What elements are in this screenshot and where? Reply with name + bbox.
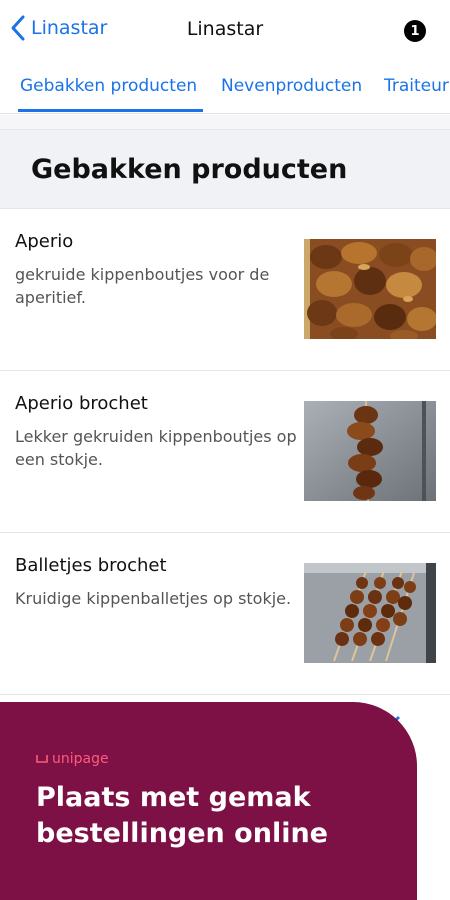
product-name: Aperio: [15, 231, 74, 252]
product-description: Lekker gekruiden kippenboutjes op een st…: [15, 427, 297, 469]
promo-banner[interactable]: unipage Plaats met gemak bestellingen on…: [0, 702, 417, 900]
product-item[interactable]: Balletjes brochet Kruidige kippenballetj…: [0, 533, 450, 695]
unipage-logo-icon: [36, 755, 48, 763]
promo-headline: Plaats met gemak bestellingen online: [36, 782, 328, 849]
product-image-chicken-skewer: [304, 401, 436, 501]
promo-brand: unipage: [52, 751, 109, 767]
cart-count-badge[interactable]: 1: [404, 20, 426, 42]
category-tabs: Gebakken producten Nevenproducten Traite…: [0, 60, 450, 114]
product-description: Kruidige kippenballetjes op stokje.: [15, 589, 292, 608]
product-item[interactable]: Aperio gekruide kippenboutjes voor de ap…: [0, 209, 450, 371]
back-button-label: Linastar: [31, 17, 108, 39]
back-button[interactable]: Linastar: [8, 14, 107, 42]
section-title: Gebakken producten: [31, 154, 348, 185]
navigation-bar: Linastar Linastar 1: [0, 0, 450, 60]
product-item[interactable]: Aperio brochet Lekker gekruiden kippenbo…: [0, 371, 450, 533]
active-tab-indicator: [18, 109, 203, 112]
product-image-meatball-skewers: [304, 563, 436, 663]
tab-traiteur[interactable]: Traiteur: [384, 76, 449, 96]
chevron-left-icon: [11, 15, 25, 41]
product-name: Balletjes brochet: [15, 555, 167, 576]
tab-nevenproducten[interactable]: Nevenproducten: [221, 76, 362, 96]
product-description: gekruide kippenboutjes voor de aperitief…: [15, 265, 270, 307]
tab-gebakken-producten[interactable]: Gebakken producten: [20, 76, 197, 96]
unipage-logo: unipage: [36, 751, 109, 767]
product-image-fried-chicken: [304, 239, 436, 339]
product-name: Aperio brochet: [15, 393, 148, 414]
section-spacer: [0, 115, 450, 129]
section-header: Gebakken producten: [0, 129, 450, 209]
